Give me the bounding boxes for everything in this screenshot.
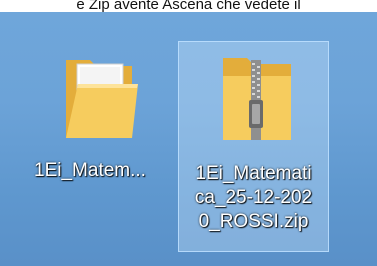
desktop-item-zip[interactable]: 1Ei_Matemati ca_25-12-202 0_ROSSI.zip: [178, 41, 329, 252]
zip-name-label: 1Ei_Matemati ca_25-12-202 0_ROSSI.zip: [179, 162, 328, 234]
folder-icon: [66, 60, 138, 138]
folder-name-label: 1Ei_Matem...: [34, 160, 146, 181]
zip-name-line-3: 0_ROSSI.zip: [198, 211, 309, 232]
screenshot-root: e Zip avente Ascena che vedete il 1Ei_Ma…: [0, 0, 377, 266]
zip-name-line-1: 1Ei_Matemati: [195, 163, 312, 184]
zip-folder-icon: [223, 58, 291, 140]
desktop-item-folder[interactable]: 1Ei_Matem...: [20, 42, 160, 202]
zip-name-line-2: ca_25-12-202: [194, 187, 313, 208]
desktop-area[interactable]: 1Ei_Matem... 1Ei_Matemati ca_25-12-202 0…: [0, 12, 377, 266]
